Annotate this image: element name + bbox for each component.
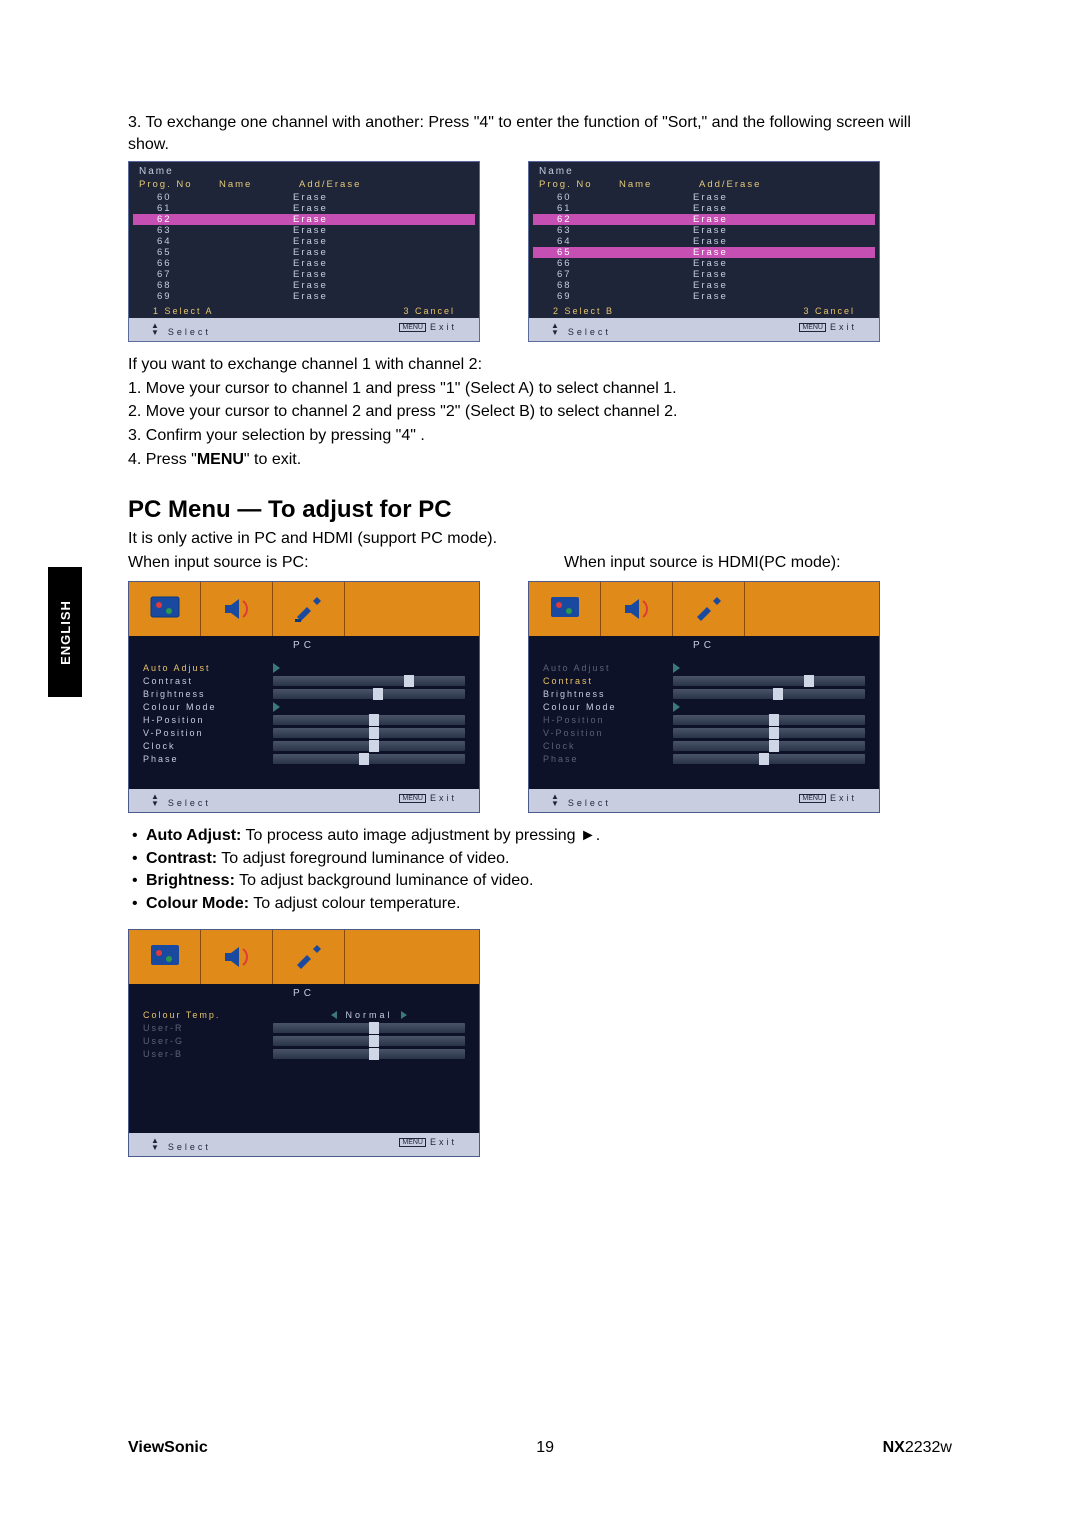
picture-tab-icon [129,582,201,636]
osd-pc-pc: PC Auto Adjust Contrast Brightness Colou… [128,581,480,813]
osd-colour-mode: PC Colour Temp. Normal User-R User-G Use… [128,929,480,1157]
picture-tab-icon [129,930,201,984]
intro-text: 3. To exchange one channel with another:… [128,112,952,155]
audio-tab-icon [201,930,273,984]
bullet-list: Auto Adjust: To process auto image adjus… [128,825,952,915]
setup-tab-icon [673,582,745,636]
select-hint: ▲▼Select [151,322,211,337]
audio-tab-icon [601,582,673,636]
osd-sort-b: Name Prog. NoNameAdd/Erase 60Erase 61Era… [528,161,880,342]
osd-sort-a: Name Prog. NoNameAdd/Erase 60Erase 61Era… [128,161,480,342]
exchange-lead: If you want to exchange channel 1 with c… [128,354,952,376]
osd-pc-hdmi: PC Auto Adjust Contrast Brightness Colou… [528,581,880,813]
pc-menu-heading: PC Menu — To adjust for PC [128,496,952,524]
arrow-right-icon [273,702,280,712]
audio-tab-icon [201,582,273,636]
setup-tab-icon [273,930,345,984]
exit-hint: MENUExit [399,322,457,337]
language-tab: ENGLISH [48,567,82,697]
setup-tab-icon [273,582,345,636]
page-footer: ViewSonic 19 NX2232w [128,1439,952,1457]
picture-tab-icon [529,582,601,636]
arrow-right-icon [273,663,280,673]
arrow-right-icon [401,1011,407,1019]
